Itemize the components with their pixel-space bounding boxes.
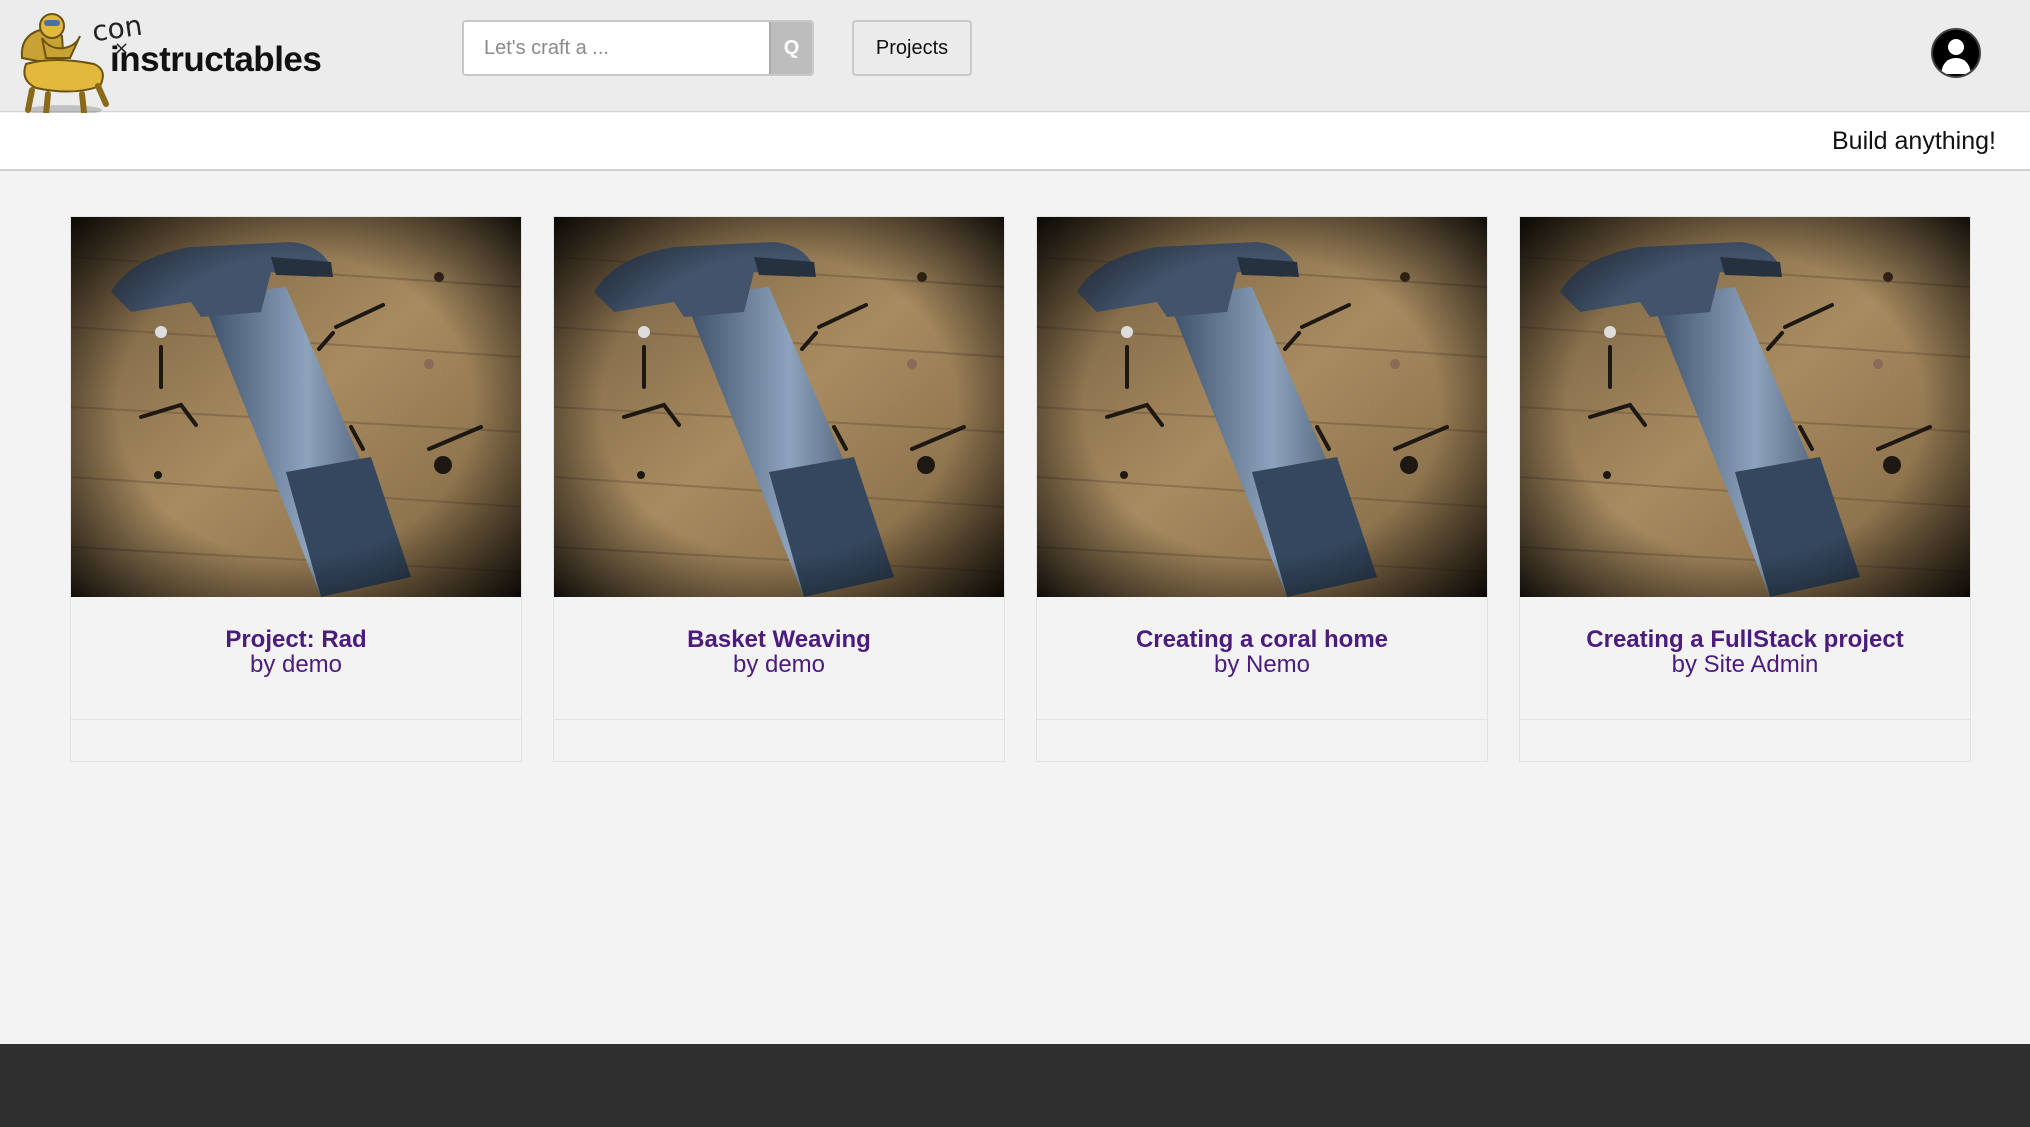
search-form: Q	[462, 20, 814, 76]
hammer-and-nails-photo	[1037, 217, 1487, 597]
project-author-link[interactable]: by Nemo	[1037, 653, 1487, 677]
project-title-link[interactable]: Project: Rad	[71, 627, 521, 653]
project-title-link[interactable]: Creating a FullStack project	[1520, 627, 1970, 653]
project-card-footer	[554, 721, 1004, 762]
hammer-and-nails-photo	[1520, 217, 1970, 597]
project-card-body: Creating a coral home by Nemo	[1037, 597, 1487, 720]
project-card-body: Creating a FullStack project by Site Adm…	[1520, 597, 1970, 720]
site-logo[interactable]: con × instructables	[14, 6, 322, 118]
hammer-and-nails-photo	[71, 217, 521, 597]
search-input[interactable]	[464, 22, 769, 74]
projects-nav-button[interactable]: Projects	[852, 20, 972, 76]
project-card: Creating a FullStack project by Site Adm…	[1519, 216, 1971, 762]
top-navbar: con × instructables Q Projects	[0, 0, 2030, 117]
logo-wordmark: instructables	[110, 40, 322, 79]
project-card-footer	[71, 721, 521, 762]
search-button[interactable]: Q	[769, 22, 812, 74]
tagline-text: Build anything!	[1831, 127, 1996, 155]
project-author-link[interactable]: by Site Admin	[1520, 653, 1970, 677]
page-footer	[0, 1044, 2030, 1127]
project-author-link[interactable]: by demo	[554, 653, 1004, 677]
user-silhouette-icon	[1941, 39, 1971, 74]
project-card-body: Project: Rad by demo	[71, 597, 521, 720]
tagline-banner: Build anything!	[0, 113, 2030, 171]
user-avatar-icon[interactable]	[1931, 28, 1981, 78]
project-card-footer	[1520, 721, 1970, 762]
project-card: Basket Weaving by demo	[553, 216, 1005, 762]
project-card: Project: Rad by demo	[70, 216, 522, 762]
project-title-link[interactable]: Basket Weaving	[554, 627, 1004, 653]
project-card-footer	[1037, 721, 1487, 762]
project-card: Creating a coral home by Nemo	[1036, 216, 1488, 762]
project-author-link[interactable]: by demo	[71, 653, 521, 677]
project-card-body: Basket Weaving by demo	[554, 597, 1004, 720]
project-title-link[interactable]: Creating a coral home	[1037, 627, 1487, 653]
hammer-and-nails-photo	[554, 217, 1004, 597]
